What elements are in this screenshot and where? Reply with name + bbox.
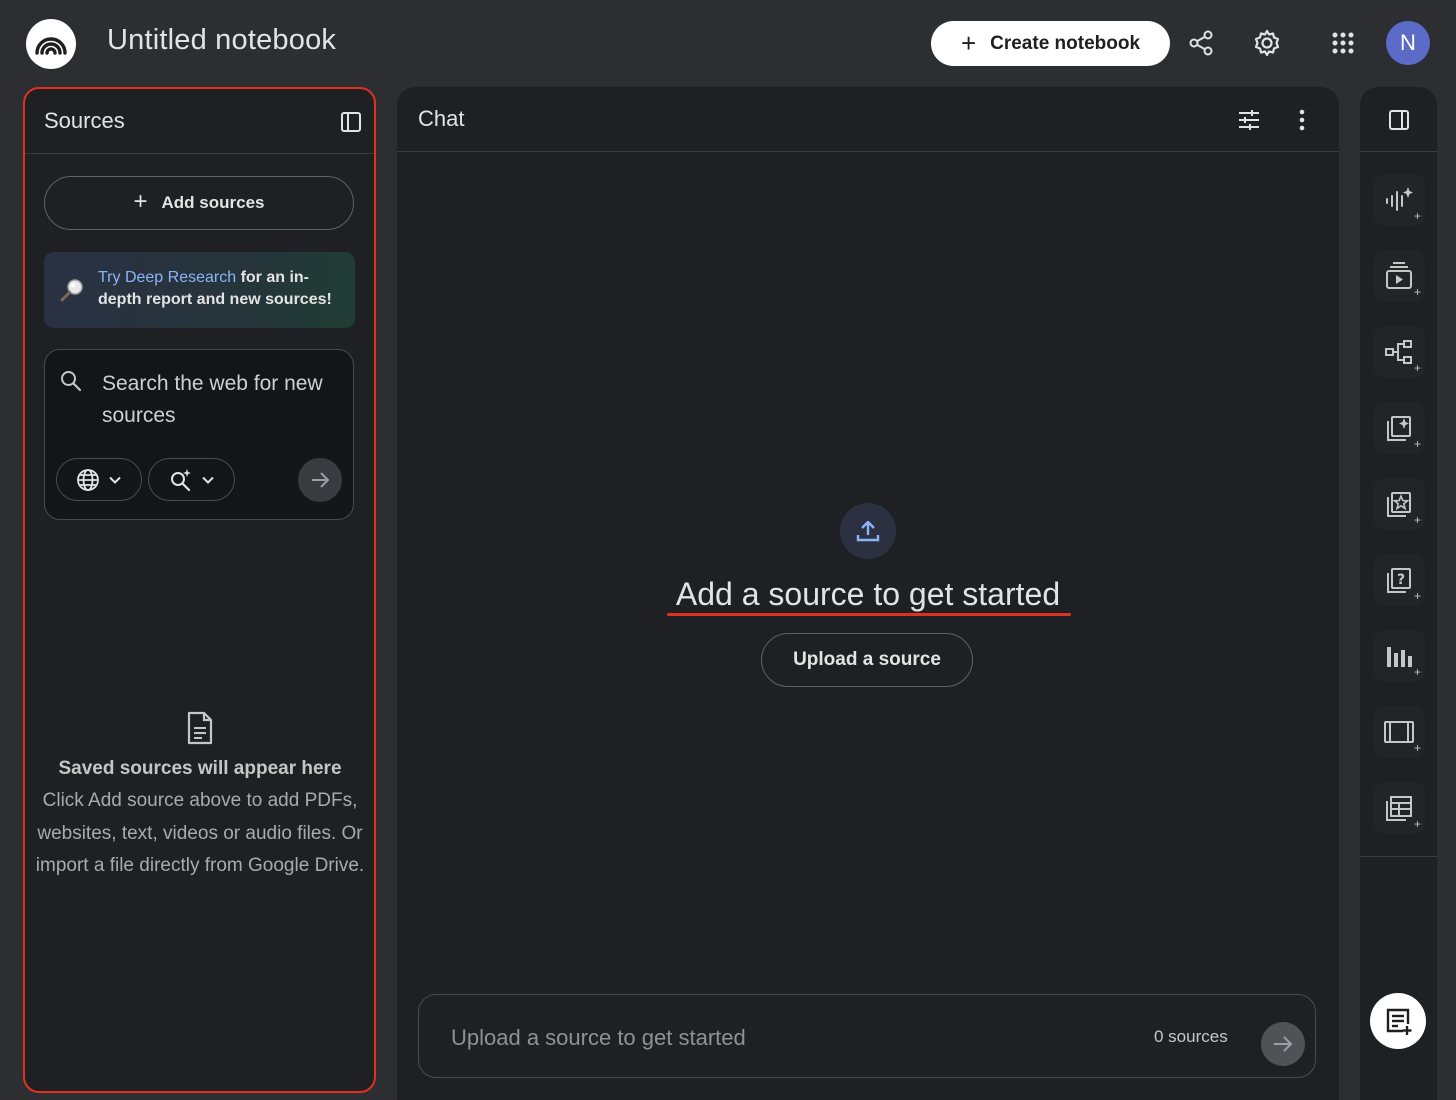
slide-deck-icon[interactable]: + — [1373, 706, 1425, 758]
user-avatar[interactable]: N — [1386, 21, 1430, 65]
add-note-button[interactable] — [1370, 993, 1426, 1049]
studio-header — [1360, 87, 1437, 152]
notebooklm-logo-icon[interactable] — [26, 19, 76, 69]
web-source-dropdown[interactable] — [56, 458, 142, 501]
globe-icon — [77, 468, 99, 491]
studio-rail: + + + + + ? + + + + — [1360, 87, 1437, 1100]
infographic-icon[interactable]: + — [1373, 630, 1425, 682]
chat-input-placeholder[interactable]: Upload a source to get started — [451, 1025, 746, 1051]
arrow-right-icon — [312, 472, 330, 488]
empty-state-title: Saved sources will appear here — [58, 758, 342, 779]
settings-gear-icon[interactable] — [1250, 26, 1284, 60]
rail-divider — [1360, 856, 1437, 857]
add-sources-button[interactable]: + Add sources — [44, 176, 354, 230]
chevron-down-icon — [109, 476, 121, 484]
web-search-input[interactable]: Search the web for new sources — [102, 368, 332, 432]
deep-research-text: Try Deep Research for an in-depth report… — [98, 269, 332, 308]
sources-panel: Sources + Add sources Try Deep Research … — [23, 87, 376, 1093]
notebook-title[interactable]: Untitled notebook — [107, 24, 336, 57]
add-note-icon — [1386, 1008, 1412, 1035]
expand-panel-icon[interactable] — [1386, 107, 1412, 133]
headline-underline — [667, 613, 1071, 616]
research-mode-dropdown[interactable] — [148, 458, 235, 501]
arrow-right-icon — [1274, 1036, 1293, 1052]
tune-settings-icon[interactable] — [1235, 107, 1263, 133]
magnifier-emoji-icon — [60, 279, 83, 302]
deep-research-link[interactable]: Try Deep Research — [98, 269, 236, 286]
upload-source-button[interactable]: Upload a source — [761, 633, 973, 687]
svg-text:?: ? — [1397, 572, 1405, 588]
chevron-down-icon — [201, 476, 214, 484]
add-sources-label: Add sources — [161, 193, 265, 212]
reports-icon[interactable]: + — [1373, 402, 1425, 454]
deep-research-banner[interactable]: Try Deep Research for an in-depth report… — [44, 252, 355, 328]
sources-count: 0 sources — [1154, 1027, 1228, 1046]
top-header: Untitled notebook + Create notebook N — [0, 0, 1456, 86]
web-search-box[interactable]: Search the web for new sources — [44, 349, 354, 520]
chat-header: Chat — [397, 87, 1339, 152]
chat-title: Chat — [418, 106, 465, 131]
collapse-panel-icon[interactable] — [338, 109, 364, 135]
create-notebook-button[interactable]: + Create notebook — [931, 21, 1170, 66]
empty-state-description: Click Add source above to add PDFs, webs… — [35, 790, 365, 876]
video-overview-icon[interactable]: + — [1373, 250, 1425, 302]
more-vert-icon[interactable] — [1292, 107, 1312, 133]
upload-icon — [840, 503, 896, 559]
chat-empty-headline: Add a source to get started — [675, 576, 1061, 612]
sparkle-search-icon — [170, 468, 191, 491]
chat-input-box[interactable]: Upload a source to get started 0 sources — [418, 994, 1316, 1078]
quiz-icon[interactable]: ? + — [1373, 554, 1425, 606]
document-icon — [187, 711, 213, 745]
audio-overview-icon[interactable]: + — [1373, 174, 1425, 226]
mind-map-icon[interactable]: + — [1373, 326, 1425, 378]
flashcards-icon[interactable]: + — [1373, 478, 1425, 530]
share-icon[interactable] — [1184, 26, 1218, 60]
chat-panel: Chat Add a source to get started Upload … — [397, 87, 1339, 1100]
send-button[interactable] — [1261, 1022, 1305, 1066]
plus-icon: + — [133, 188, 148, 215]
search-icon — [61, 371, 82, 392]
sources-empty-state: Saved sources will appear here Click Add… — [35, 711, 365, 883]
sources-header: Sources — [25, 89, 374, 154]
plus-icon: + — [960, 27, 977, 58]
search-submit-button[interactable] — [298, 458, 342, 502]
create-notebook-label: Create notebook — [990, 32, 1141, 54]
apps-grid-icon[interactable] — [1326, 26, 1360, 60]
sources-title: Sources — [44, 108, 125, 133]
data-table-icon[interactable]: + — [1373, 782, 1425, 834]
